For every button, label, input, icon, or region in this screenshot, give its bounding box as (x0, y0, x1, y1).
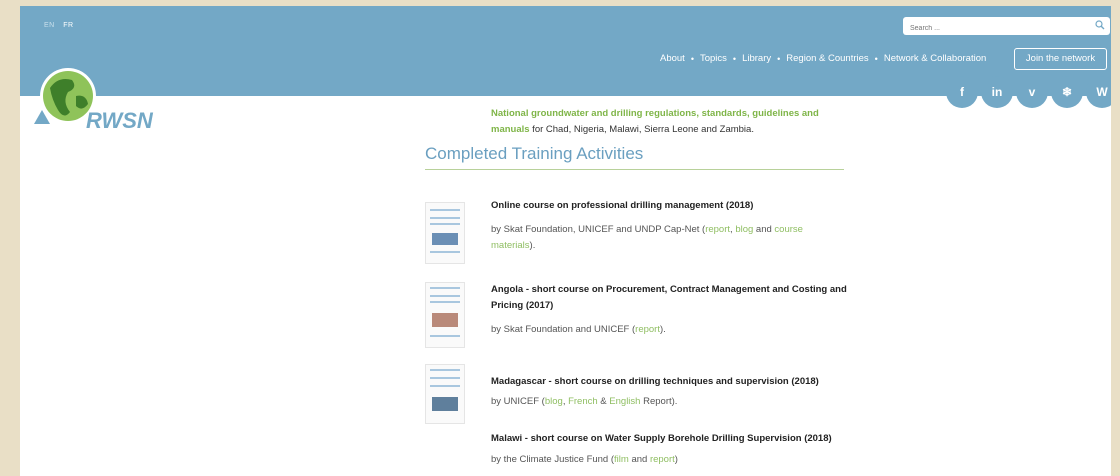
nav-library[interactable]: Library (742, 53, 771, 64)
blog-link[interactable]: blog (545, 396, 563, 407)
report-link[interactable]: report (635, 324, 660, 335)
section-title: Completed Training Activities (425, 144, 644, 163)
training-item: Online course on professional drilling m… (425, 198, 855, 270)
nav-network-collaboration[interactable]: Network & Collaboration (884, 53, 986, 64)
snowflake-icon[interactable]: ❄ (1051, 76, 1083, 108)
report-link[interactable]: report (705, 224, 730, 235)
credits-suffix: ) (674, 454, 678, 465)
film-link[interactable]: film (614, 454, 629, 465)
lang-en-link[interactable]: EN (44, 22, 55, 29)
title-divider (425, 169, 844, 170)
credits-suffix: Report). (640, 396, 678, 407)
nav-topics[interactable]: Topics (700, 53, 727, 64)
credits-text: by Skat Foundation, UNICEF and UNDP Cap-… (491, 224, 706, 235)
intro-text: for Chad, Nigeria, Malawi, Sierra Leone … (529, 124, 754, 135)
search-icon[interactable] (1095, 20, 1105, 30)
join-network-button[interactable]: Join the network (1014, 48, 1107, 70)
training-item: Madagascar - short course on drilling te… (425, 364, 855, 430)
page: EN FR About • Topics • Library • Region … (20, 6, 1111, 476)
facebook-icon[interactable]: f (946, 76, 978, 108)
credits-sep: and (753, 224, 775, 235)
item-credits: by UNICEF (blog, French & English Report… (491, 394, 831, 410)
item-title: Madagascar - short course on drilling te… (491, 376, 819, 387)
french-report-link[interactable]: French (568, 396, 598, 407)
nav-about[interactable]: About (660, 53, 685, 64)
report-link[interactable]: report (650, 454, 675, 465)
item-credits: by Skat Foundation, UNICEF and UNDP Cap-… (491, 222, 831, 254)
item-title: Online course on professional drilling m… (491, 200, 754, 211)
item-thumbnail[interactable] (425, 202, 465, 264)
intro-paragraph: National groundwater and drilling regula… (491, 106, 831, 138)
item-title: Malawi - short course on Water Supply Bo… (491, 433, 832, 444)
wordpress-icon[interactable]: W (1086, 76, 1111, 108)
credits-text: by Skat Foundation and UNICEF ( (491, 324, 636, 335)
nav-separator: • (777, 53, 781, 64)
search-input[interactable] (903, 19, 1083, 38)
logo-text: RWSN (86, 108, 154, 132)
nav-separator: • (690, 53, 694, 64)
search-box (903, 17, 1110, 38)
nav-separator: • (732, 53, 737, 64)
language-switcher: EN FR (44, 22, 80, 29)
item-thumbnail[interactable] (425, 364, 465, 424)
item-thumbnail[interactable] (425, 282, 465, 348)
nav-separator: • (874, 53, 878, 64)
item-title: Angola - short course on Procurement, Co… (491, 284, 847, 311)
training-item: Malawi - short course on Water Supply Bo… (425, 431, 855, 473)
rwsn-logo[interactable]: RWSN (28, 66, 178, 132)
credits-sep: & (597, 396, 610, 407)
english-report-link[interactable]: English (609, 396, 640, 407)
blog-link[interactable]: blog (735, 224, 753, 235)
credits-text: by the Climate Justice Fund ( (491, 454, 615, 465)
item-credits: by the Climate Justice Fund (film and re… (491, 452, 831, 468)
linkedin-icon[interactable]: in (981, 76, 1013, 108)
item-credits: by Skat Foundation and UNICEF (report). (491, 322, 831, 338)
vimeo-icon[interactable]: v (1016, 76, 1048, 108)
credits-sep: and (628, 454, 650, 465)
credits-text: by UNICEF ( (491, 396, 545, 407)
nav-region-countries[interactable]: Region & Countries (786, 53, 868, 64)
social-links: f in v ❄ W (946, 76, 1111, 108)
credits-suffix: ). (529, 240, 536, 251)
credits-suffix: ). (659, 324, 666, 335)
training-item: Angola - short course on Procurement, Co… (425, 282, 855, 352)
main-nav: About • Topics • Library • Region & Coun… (660, 53, 986, 64)
lang-fr-link[interactable]: FR (63, 22, 73, 29)
